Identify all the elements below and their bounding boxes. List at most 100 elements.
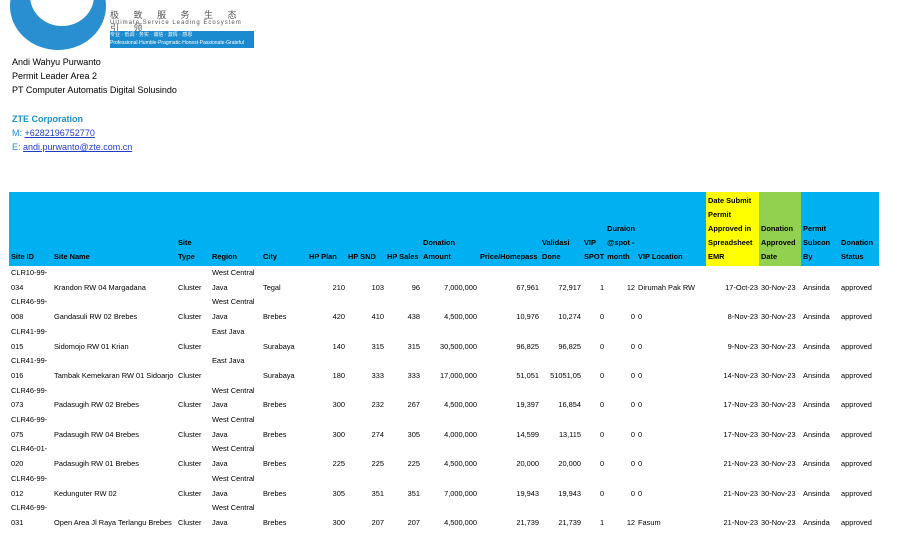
col-header: City [261, 192, 307, 266]
table-cell: 210 [332, 282, 345, 292]
table-cell: 0 [600, 488, 605, 498]
table-cell: 225 [371, 459, 384, 469]
table-cell: 30-Nov-23 [761, 459, 796, 469]
table-cell: 207 [407, 517, 420, 527]
table-cell: 20,000 [516, 459, 539, 469]
table-cell: 232 [371, 400, 384, 410]
table-cell: 0 [630, 312, 636, 322]
col-header: Region [210, 192, 261, 266]
table-cell: Tegal [263, 282, 281, 292]
table-cell: 17-Oct-23 [725, 282, 759, 292]
table-cell: 0 [600, 312, 605, 322]
table-cell: 4,500,000 [444, 517, 477, 527]
table-cell: Sidomojo RW 01 Krian [54, 341, 129, 351]
table-cell: 8-Nov-23 [727, 312, 759, 322]
signature-email-line: E: andi.purwanto@zte.com.cn [12, 140, 132, 154]
table-cell: Krandon RW 04 Margadana [54, 282, 146, 292]
table-cell: Cluster [178, 282, 202, 292]
table-cell: 0 [630, 400, 636, 410]
table-cell: Ansinda [803, 459, 830, 469]
table-cell: 96 [411, 282, 420, 292]
table-cell: 21,739 [558, 517, 581, 527]
table-cell: Brebes [263, 429, 287, 439]
email-link[interactable]: andi.purwanto@zte.com.cn [23, 142, 132, 152]
table-cell: 17-Nov-23 [723, 429, 759, 439]
col-header: Date Submit Permit Approved in Spreadshe… [706, 192, 760, 266]
table-cell: 19,397 [516, 400, 539, 410]
table-cell: Surabaya [263, 341, 295, 351]
table-cell: Gandasuli RW 02 Brebes [54, 312, 138, 322]
table-cell: Ansinda [803, 370, 830, 380]
col-header: Permit Subcon By [801, 192, 840, 266]
table-cell: Brebes [263, 312, 287, 322]
table-cell: Tambak Kemekaran RW 01 Sidoarjo [54, 370, 174, 380]
table-cell: Padasugih RW 01 Brebes [54, 459, 139, 469]
col-header: Site ID [9, 192, 52, 266]
table-cell: West Central Java [212, 297, 255, 322]
table-cell: 0 [638, 341, 643, 351]
table-cell: CLR41-99-015 [11, 326, 48, 351]
permit-table: Site ID Site Name Site Type Region City … [9, 192, 880, 531]
table-cell: 4,500,000 [444, 400, 477, 410]
col-header: HP Plan [307, 192, 346, 266]
table-cell: West Central Java [212, 415, 255, 439]
table-cell: 274 [371, 429, 384, 439]
table-cell: 103 [371, 282, 384, 292]
table-cell: 315 [407, 341, 420, 351]
table-cell: 0 [638, 488, 643, 498]
table-cell: 0 [600, 429, 605, 439]
table-cell: 67,961 [516, 282, 539, 292]
table-cell: Cluster [178, 341, 202, 351]
table-cell: Brebes [263, 400, 287, 410]
table-cell: Cluster [178, 488, 202, 498]
table-row: CLR46-99-031 Open Area Jl Raya Terlangu B… [9, 501, 879, 530]
table-cell: approved [841, 282, 872, 292]
table-cell: Fasum [638, 517, 661, 527]
table-cell: Brebes [263, 488, 287, 498]
table-cell: CLR46-99-075 [11, 415, 48, 439]
table-cell: 19,943 [558, 488, 581, 498]
table-cell: Ansinda [803, 312, 830, 322]
table-cell: 305 [332, 488, 345, 498]
table-row: CLR46-99-075 Padasugih RW 04 Brebes Cluste… [9, 413, 879, 442]
table-cell: 225 [332, 459, 345, 469]
table-cell: approved [841, 341, 872, 351]
table-cell: East Java [212, 356, 245, 366]
table-cell: 7,000,000 [444, 282, 477, 292]
table-cell: Surabaya [263, 370, 295, 380]
table-cell: 180 [332, 370, 345, 380]
table-cell: 0 [630, 341, 636, 351]
table-cell: 1 [600, 282, 605, 292]
table-cell: Kedunguter RW 02 [54, 488, 117, 498]
table-cell: 315 [371, 341, 384, 351]
table-cell: 0 [600, 459, 605, 469]
table-cell: 14,599 [516, 429, 539, 439]
table-cell: Cluster [178, 312, 202, 322]
signature-role: Permit Leader Area 2 [12, 71, 98, 81]
table-cell: 333 [407, 370, 420, 380]
logo-banner: 专业 · 低调 · 务实 · 诚信 · 激情 · 感恩 Professional… [110, 31, 254, 48]
table-cell: 96,825 [558, 341, 581, 351]
table-cell: 0 [630, 429, 636, 439]
table-cell: 21-Nov-23 [723, 459, 759, 469]
table-cell: 30-Nov-23 [761, 312, 796, 322]
col-header: HP SND [346, 192, 385, 266]
table-cell: approved [841, 370, 872, 380]
mobile-link[interactable]: +6282196752770 [25, 128, 95, 138]
table-cell: Ansinda [803, 429, 830, 439]
table-cell: Cluster [178, 517, 202, 527]
col-header: VIP Location [636, 192, 707, 266]
col-header: Donation Status [839, 192, 880, 266]
table-cell: 30,500,000 [440, 341, 477, 351]
table-cell: 351 [371, 488, 384, 498]
table-cell: 0 [638, 429, 643, 439]
table-cell: approved [841, 312, 872, 322]
table-cell: 305 [407, 429, 420, 439]
table-cell: Ansinda [803, 341, 830, 351]
table-cell: 0 [638, 312, 643, 322]
table-cell: 10,976 [516, 312, 539, 322]
table-cell: Dirumah Pak RW [638, 282, 695, 292]
table-cell: 21-Nov-23 [723, 488, 759, 498]
company-logo: 极 致 服 务 生 态 引 领 Ultimate Service Leading… [0, 0, 260, 52]
table-cell: 4,500,000 [444, 459, 477, 469]
